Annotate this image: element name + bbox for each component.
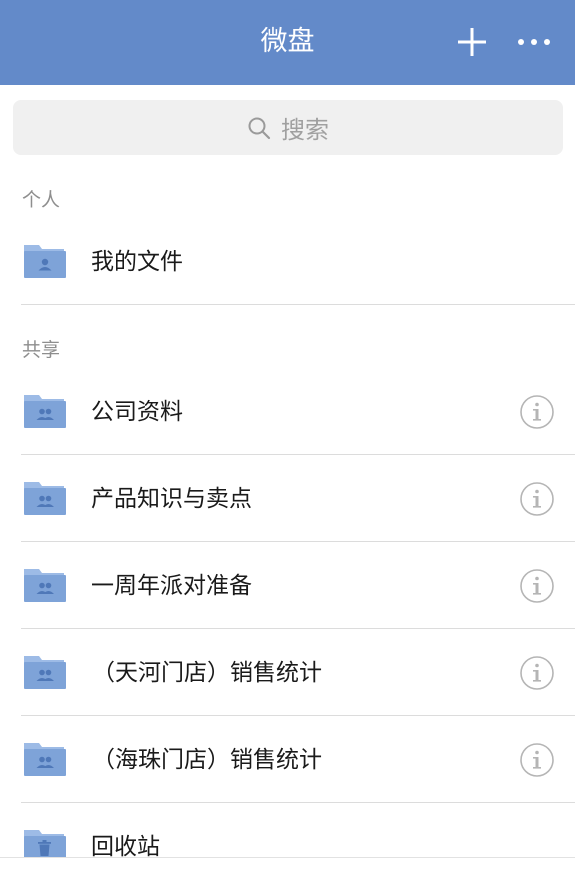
info-icon[interactable] [519, 742, 555, 778]
plus-icon [458, 28, 486, 56]
list-item-label: （海珠门店）销售统计 [92, 747, 322, 773]
list-item-shared-folder[interactable]: （海珠门店）销售统计 [0, 717, 575, 803]
list-item-shared-folder[interactable]: 产品知识与卖点 [0, 456, 575, 542]
search-input[interactable]: 搜索 [13, 100, 563, 155]
list-item-label: 公司资料 [91, 399, 183, 425]
list-item-shared-folder[interactable]: 一周年派对准备 [0, 543, 575, 629]
shared-folder-icon [24, 569, 66, 602]
trash-folder-icon [24, 830, 66, 857]
list-item-my-files[interactable]: 我的文件 [0, 219, 575, 305]
shared-folder-icon [24, 656, 66, 689]
search-placeholder: 搜索 [281, 116, 329, 144]
divider [21, 715, 575, 716]
nav-bar: 微盘 [0, 0, 575, 85]
bottom-divider [0, 857, 575, 858]
section-label-shared: 共享 [22, 339, 61, 361]
more-button[interactable] [512, 22, 556, 62]
list-item-label: 一周年派对准备 [91, 573, 252, 599]
divider [21, 304, 575, 305]
info-icon[interactable] [519, 568, 555, 604]
info-icon[interactable] [519, 394, 555, 430]
shared-folder-icon [24, 395, 66, 428]
list-item-label: 回收站 [91, 834, 160, 857]
list-item-label: 我的文件 [91, 249, 183, 275]
shared-folder-icon [24, 482, 66, 515]
list-item-label: （天河门店）销售统计 [92, 660, 322, 686]
list-item-label: 产品知识与卖点 [91, 486, 252, 512]
info-icon[interactable] [519, 481, 555, 517]
shared-folder-icon [24, 743, 66, 776]
info-icon[interactable] [519, 655, 555, 691]
divider [21, 628, 575, 629]
list-item-shared-folder[interactable]: （天河门店）销售统计 [0, 630, 575, 716]
list-item-shared-folder[interactable]: 公司资料 [0, 369, 575, 455]
more-horizontal-icon [518, 39, 550, 45]
divider [21, 454, 575, 455]
personal-folder-icon [24, 245, 66, 278]
list-item-trash[interactable]: 回收站 [0, 804, 575, 857]
add-button[interactable] [452, 22, 492, 62]
search-icon [248, 117, 271, 139]
divider [21, 802, 575, 803]
divider [21, 541, 575, 542]
section-label-personal: 个人 [22, 189, 61, 211]
